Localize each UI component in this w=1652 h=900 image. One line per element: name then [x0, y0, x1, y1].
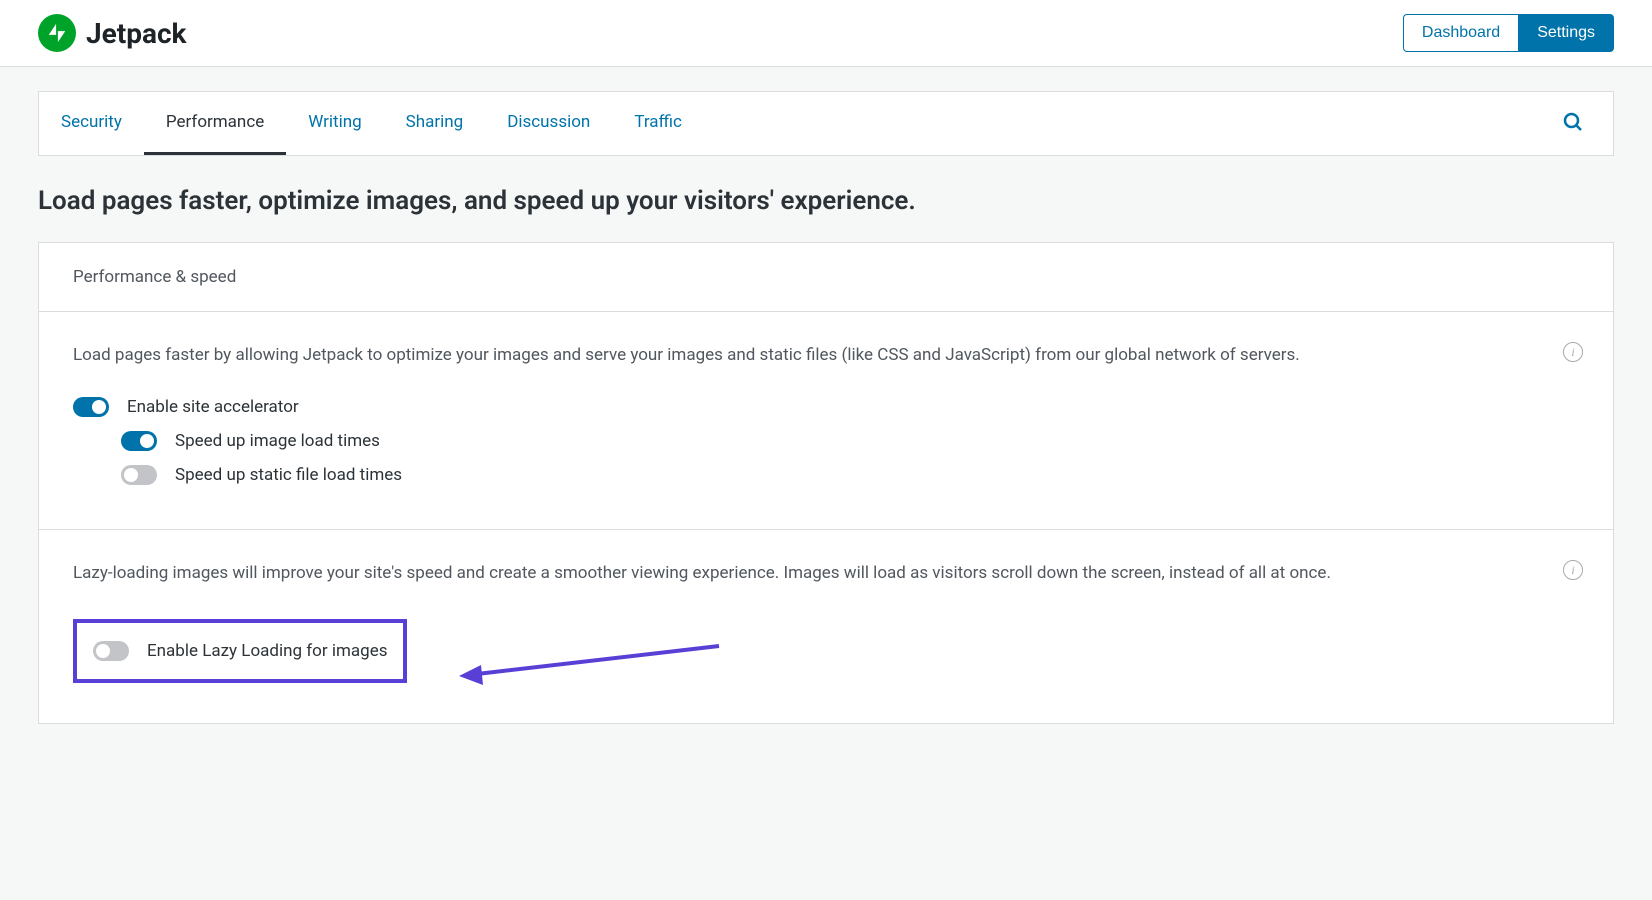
speed-static-row: Speed up static file load times	[121, 465, 1579, 485]
page-header: Jetpack Dashboard Settings	[0, 0, 1652, 67]
speed-images-toggle[interactable]	[121, 431, 157, 451]
info-icon[interactable]: i	[1563, 560, 1583, 580]
tab-traffic[interactable]: Traffic	[612, 92, 704, 155]
page-title: Load pages faster, optimize images, and …	[38, 186, 1614, 216]
enable-lazy-loading-toggle[interactable]	[93, 641, 129, 661]
accelerator-description: Load pages faster by allowing Jetpack to…	[73, 342, 1579, 369]
speed-static-toggle[interactable]	[121, 465, 157, 485]
performance-panel: Performance & speed i Load pages faster …	[38, 242, 1614, 724]
settings-button[interactable]: Settings	[1518, 14, 1614, 52]
speed-images-row: Speed up image load times	[121, 431, 1579, 451]
enable-accelerator-label: Enable site accelerator	[127, 397, 299, 417]
accelerator-section: i Load pages faster by allowing Jetpack …	[39, 312, 1613, 530]
enable-accelerator-toggle[interactable]	[73, 397, 109, 417]
annotation-arrow-icon	[459, 638, 729, 688]
enable-lazy-loading-label: Enable Lazy Loading for images	[147, 641, 387, 661]
tab-writing[interactable]: Writing	[286, 92, 383, 155]
tab-performance[interactable]: Performance	[144, 92, 286, 155]
dashboard-button[interactable]: Dashboard	[1403, 14, 1518, 52]
tab-sharing[interactable]: Sharing	[384, 92, 486, 155]
info-icon[interactable]: i	[1563, 342, 1583, 362]
lazy-loading-section: i Lazy-loading images will improve your …	[39, 530, 1613, 723]
speed-images-label: Speed up image load times	[175, 431, 380, 451]
enable-accelerator-row: Enable site accelerator	[73, 397, 1579, 417]
lazy-loading-description: Lazy-loading images will improve your si…	[73, 560, 1579, 587]
speed-static-label: Speed up static file load times	[175, 465, 402, 485]
tab-security[interactable]: Security	[39, 92, 144, 155]
jetpack-logo-icon	[38, 14, 76, 52]
panel-header: Performance & speed	[39, 243, 1613, 312]
tabs-list: Security Performance Writing Sharing Dis…	[39, 92, 704, 155]
tabs-container: Security Performance Writing Sharing Dis…	[38, 91, 1614, 156]
logo: Jetpack	[38, 14, 187, 52]
tab-discussion[interactable]: Discussion	[485, 92, 612, 155]
main-content: Security Performance Writing Sharing Dis…	[0, 91, 1652, 764]
brand-name: Jetpack	[86, 17, 187, 50]
search-icon[interactable]	[1561, 110, 1585, 138]
header-button-group: Dashboard Settings	[1403, 14, 1614, 52]
lazy-loading-highlight: Enable Lazy Loading for images	[73, 619, 407, 683]
